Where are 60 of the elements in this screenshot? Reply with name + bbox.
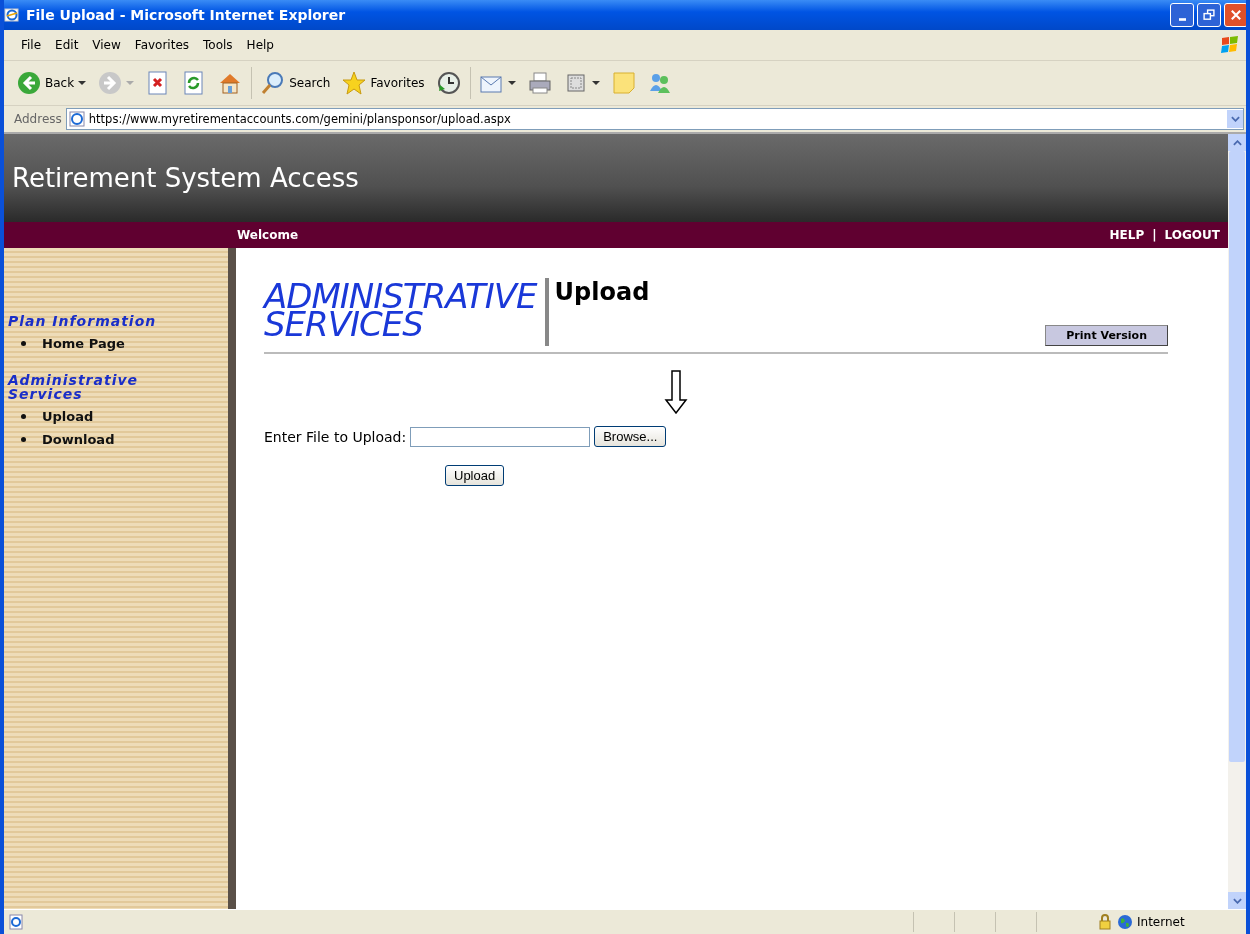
- minimize-icon: [1178, 17, 1186, 21]
- browser-icon: [4, 7, 20, 23]
- down-arrow-icon: [664, 370, 688, 414]
- flag-logo-icon: [1220, 35, 1240, 55]
- bullet-icon: [20, 437, 26, 442]
- restore-icon: [1202, 8, 1216, 22]
- sidebar-heading: Plan Information: [7, 314, 158, 328]
- sidebar-link[interactable]: Home Page: [42, 336, 125, 351]
- link-separator: |: [1152, 228, 1157, 242]
- caret-icon: [591, 81, 600, 85]
- welcome-text: Welcome: [237, 228, 299, 242]
- page-heading: Upload: [554, 278, 650, 306]
- printer-icon: [527, 71, 552, 95]
- file-path-field[interactable]: [410, 426, 591, 447]
- bullet-icon: [20, 414, 26, 419]
- lock-icon: [1097, 914, 1113, 930]
- upload-button[interactable]: Upload: [445, 465, 505, 486]
- nav-link[interactable]: LOGOUT: [1164, 228, 1220, 242]
- star-icon: [342, 71, 367, 95]
- bullet-icon: [20, 341, 26, 346]
- favorites-button[interactable]: Favorites: [339, 69, 428, 97]
- nav-link[interactable]: HELP: [1109, 228, 1145, 242]
- note-icon: [611, 71, 636, 95]
- security-zone: Internet: [1137, 915, 1185, 929]
- minimize-button[interactable]: [1170, 3, 1194, 27]
- vertical-scrollbar[interactable]: [1228, 134, 1246, 909]
- menu-item[interactable]: File: [14, 36, 49, 54]
- address-field[interactable]: https://www.myretirementaccounts.com/gemini/plansponsor/upload.aspx: [65, 108, 1244, 130]
- address-label: Address: [14, 112, 62, 126]
- menu-item[interactable]: Tools: [196, 36, 240, 54]
- sidebar-heading: Administrative Services: [6, 373, 140, 401]
- page-globe-icon: [68, 111, 85, 127]
- file-label: Enter File to Upload:: [264, 428, 407, 445]
- back-button[interactable]: Back: [14, 69, 90, 97]
- caret-icon: [126, 81, 135, 85]
- two-people-icon: [647, 71, 672, 95]
- sidebar-link[interactable]: Upload: [42, 409, 94, 424]
- browse-button[interactable]: Browse...: [594, 426, 667, 447]
- close-button[interactable]: [1224, 3, 1246, 27]
- globe-icon: [1117, 914, 1133, 930]
- caret-icon: [78, 81, 87, 85]
- menu-item[interactable]: Favorites: [127, 36, 197, 54]
- window-title: File Upload - Microsoft Internet Explorer: [26, 7, 346, 23]
- page-icon: [8, 914, 24, 930]
- brand-logo: ADMINISTRATIVE SERVICES: [264, 278, 537, 338]
- search-button[interactable]: Search: [258, 69, 334, 97]
- dropdown-button[interactable]: [1227, 110, 1243, 128]
- print-version-button[interactable]: Print Version: [1045, 325, 1168, 346]
- search-icon: [261, 71, 286, 95]
- close-icon: [1229, 8, 1243, 22]
- chevron-down-icon: [1230, 116, 1240, 122]
- sidebar-link[interactable]: Download: [42, 432, 115, 447]
- menu-item[interactable]: View: [85, 36, 128, 54]
- chevron-down-icon: [1232, 897, 1242, 904]
- menu-item[interactable]: Edit: [48, 36, 86, 54]
- menu-item[interactable]: Help: [239, 36, 281, 54]
- chevron-up-icon: [1232, 139, 1242, 146]
- caret-icon: [507, 81, 516, 85]
- site-title: Retirement System Access: [12, 163, 359, 193]
- restore-button[interactable]: [1197, 3, 1221, 27]
